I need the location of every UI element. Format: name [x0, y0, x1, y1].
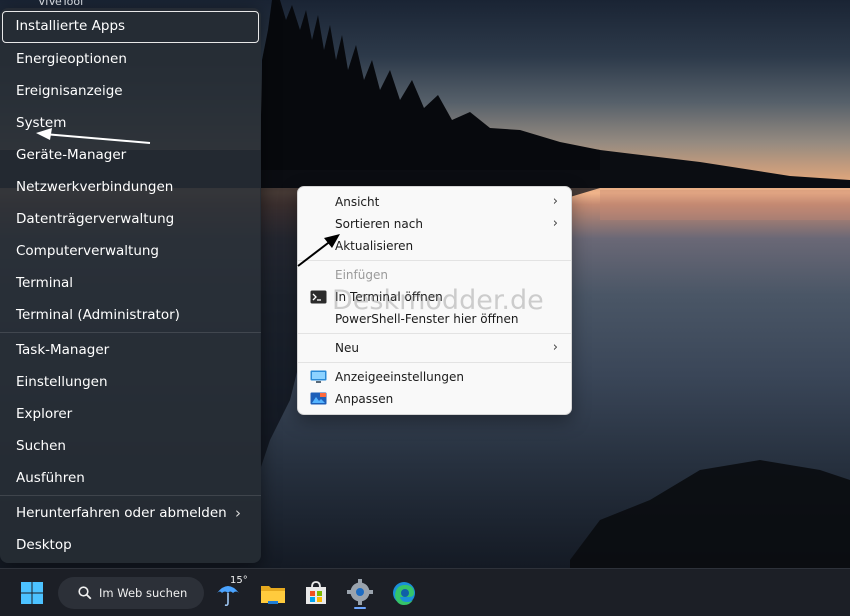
- winx-item-label: Ereignisanzeige: [16, 83, 123, 99]
- winx-item-suchen[interactable]: Suchen: [2, 430, 259, 462]
- desktop-icon-label[interactable]: ViVeTool: [38, 0, 83, 8]
- menu-separator: [0, 495, 261, 496]
- context-item-label: Aktualisieren: [335, 239, 414, 253]
- chevron-right-icon: ›: [552, 216, 558, 231]
- terminal-icon: [310, 290, 327, 304]
- context-item-aktualisieren[interactable]: Aktualisieren: [302, 235, 567, 257]
- winx-item-label: System: [16, 115, 67, 131]
- winx-item-desktop[interactable]: Desktop: [2, 529, 259, 561]
- menu-separator: [0, 332, 261, 333]
- edge-button[interactable]: [386, 575, 422, 611]
- winx-item-label: Computerverwaltung: [16, 243, 159, 259]
- winx-item-label: Datenträgerverwaltung: [16, 211, 175, 227]
- context-item-ansicht[interactable]: Ansicht ›: [302, 191, 567, 213]
- menu-separator: [298, 260, 571, 261]
- winx-item-terminal-administrator[interactable]: Terminal (Administrator): [2, 299, 259, 331]
- taskbar-search[interactable]: Im Web suchen: [58, 577, 204, 609]
- winx-item-label: Desktop: [16, 537, 72, 553]
- winx-item-herunterfahren-oder-abmelden[interactable]: Herunterfahren oder abmelden ›: [2, 497, 259, 529]
- context-item-label: Neu: [335, 341, 359, 355]
- winx-item-netzwerkverbindungen[interactable]: Netzwerkverbindungen: [2, 171, 259, 203]
- file-explorer-button[interactable]: [255, 575, 291, 611]
- winx-menu: Installierte Apps Energieoptionen Ereignis…: [0, 8, 261, 563]
- chevron-right-icon: ›: [552, 194, 558, 209]
- context-item-neu[interactable]: Neu ›: [302, 337, 567, 359]
- winx-item-label: Suchen: [16, 438, 66, 454]
- context-item-label: PowerShell-Fenster hier öffnen: [335, 312, 519, 326]
- winx-item-explorer[interactable]: Explorer: [2, 398, 259, 430]
- start-button[interactable]: [14, 575, 50, 611]
- context-item-powershell-fenster-hier-oeffnen[interactable]: PowerShell-Fenster hier öffnen: [302, 308, 567, 330]
- winx-item-einstellungen[interactable]: Einstellungen: [2, 366, 259, 398]
- winx-item-datentraegerverwaltung[interactable]: Datenträgerverwaltung: [2, 203, 259, 235]
- winx-item-geraete-manager[interactable]: Geräte-Manager: [2, 139, 259, 171]
- winx-item-label: Explorer: [16, 406, 73, 422]
- winx-item-label: Ausführen: [16, 470, 85, 486]
- context-item-in-terminal-oeffnen[interactable]: In Terminal öffnen: [302, 286, 567, 308]
- folder-icon: [261, 586, 285, 604]
- desktop-context-menu: Ansicht › Sortieren nach › Aktualisieren Einf…: [297, 186, 572, 415]
- personalize-icon: [310, 392, 327, 405]
- store-bag-icon: [306, 581, 326, 604]
- winx-item-computerverwaltung[interactable]: Computerverwaltung: [2, 235, 259, 267]
- winx-item-label: Installierte Apps: [15, 18, 126, 34]
- winx-item-installierte-apps[interactable]: Installierte Apps: [2, 11, 259, 43]
- store-button[interactable]: [298, 575, 334, 611]
- winx-item-energieoptionen[interactable]: Energieoptionen: [2, 43, 259, 75]
- menu-separator: [298, 362, 571, 363]
- winx-item-ereignisanzeige[interactable]: Ereignisanzeige: [2, 75, 259, 107]
- context-item-label: Einfügen: [335, 268, 388, 282]
- taskbar: Im Web suchen 15°: [0, 568, 850, 616]
- search-label: Im Web suchen: [99, 586, 188, 600]
- weather-temperature: 15°: [230, 575, 248, 586]
- winx-item-label: Terminal (Administrator): [16, 307, 180, 323]
- context-item-anpassen[interactable]: Anpassen: [302, 388, 567, 410]
- winx-item-label: Terminal: [16, 275, 74, 291]
- context-item-label: Anpassen: [335, 392, 394, 406]
- menu-separator: [298, 333, 571, 334]
- context-item-label: Ansicht: [335, 195, 380, 209]
- winx-item-label: Netzwerkverbindungen: [16, 179, 174, 195]
- winx-item-system[interactable]: System: [2, 107, 259, 139]
- chevron-right-icon: ›: [552, 340, 558, 355]
- edge-browser-icon: [393, 582, 415, 605]
- winx-item-task-manager[interactable]: Task-Manager: [2, 334, 259, 366]
- context-item-anzeigeeinstellungen[interactable]: Anzeigeeinstellungen: [302, 366, 567, 388]
- winx-item-label: Herunterfahren oder abmelden: [16, 505, 227, 521]
- winx-item-label: Geräte-Manager: [16, 147, 127, 163]
- search-icon: [78, 586, 92, 600]
- winx-item-label: Task-Manager: [16, 342, 110, 358]
- context-item-label: Anzeigeeinstellungen: [335, 370, 464, 384]
- context-item-label: Sortieren nach: [335, 217, 423, 231]
- context-item-einfuegen: Einfügen: [302, 264, 567, 286]
- display-settings-icon: [310, 370, 327, 383]
- winx-item-terminal[interactable]: Terminal: [2, 267, 259, 299]
- winx-item-ausfuehren[interactable]: Ausführen: [2, 462, 259, 494]
- chevron-right-icon: ›: [235, 504, 241, 522]
- context-item-label: In Terminal öffnen: [335, 290, 443, 304]
- windows-logo-icon: [21, 582, 43, 604]
- winx-item-label: Energieoptionen: [16, 51, 127, 67]
- context-item-sortieren-nach[interactable]: Sortieren nach ›: [302, 213, 567, 235]
- winx-item-label: Einstellungen: [16, 374, 108, 390]
- settings-button[interactable]: [342, 575, 378, 611]
- gear-icon: [347, 579, 373, 609]
